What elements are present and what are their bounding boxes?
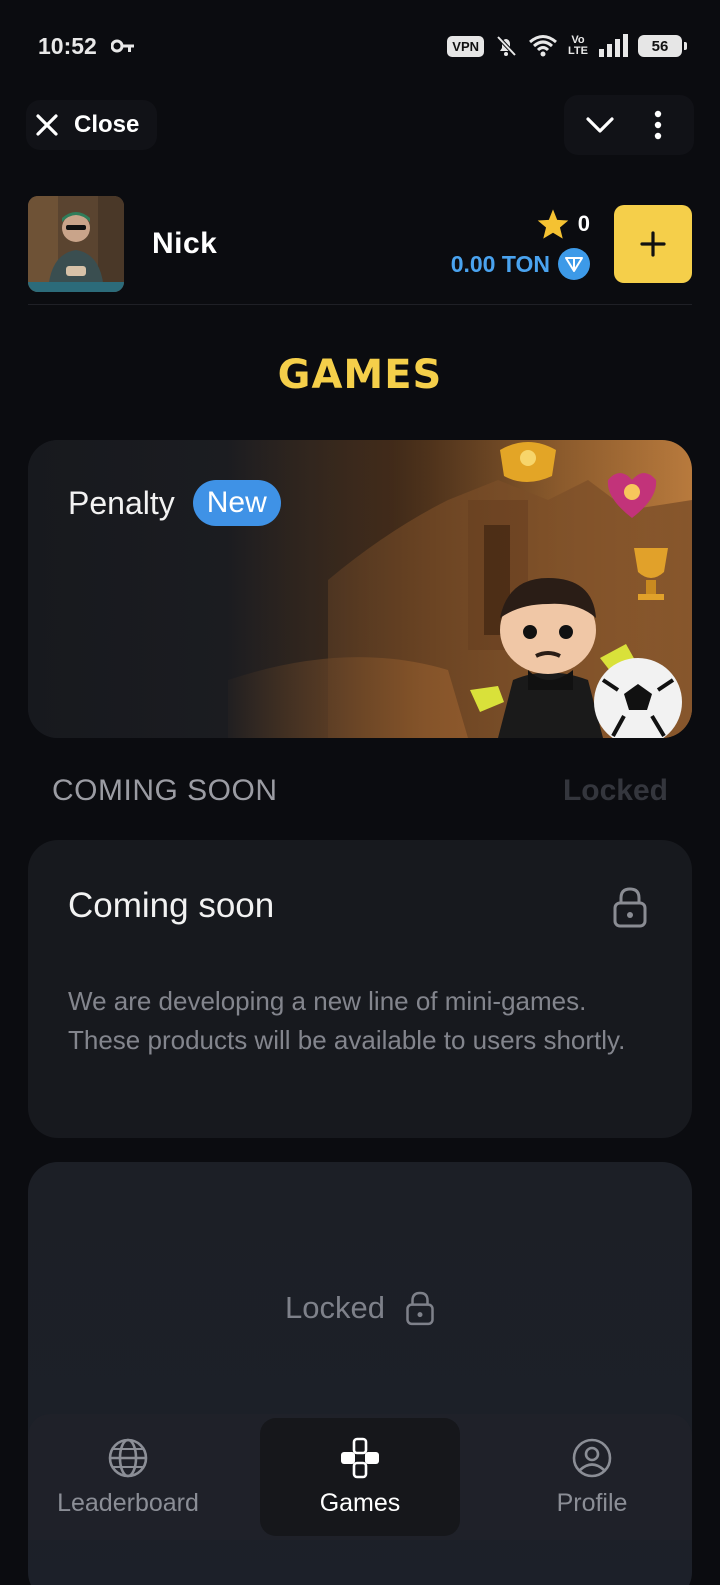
battery-level: 56 — [651, 37, 669, 55]
locked-label: Locked — [285, 1290, 385, 1325]
user-circle-icon — [572, 1438, 612, 1477]
stars-balance: 0 — [536, 208, 590, 240]
wifi-icon — [529, 35, 557, 57]
ton-amount: 0.00 TON — [450, 250, 550, 277]
lock-icon — [613, 887, 647, 928]
ton-icon — [558, 248, 590, 280]
section-status: Locked — [562, 774, 668, 807]
nav-profile[interactable]: Profile — [492, 1418, 692, 1536]
avatar-photo — [28, 196, 124, 292]
section-title: COMING SOON — [52, 774, 278, 807]
status-time-group: 10:52 — [38, 33, 135, 60]
volte-bottom: LTE — [568, 45, 588, 57]
stars-count: 0 — [577, 211, 590, 236]
star-icon — [537, 209, 569, 239]
signal-icon — [599, 34, 628, 57]
gamepad-icon — [341, 1437, 379, 1478]
add-funds-button[interactable] — [614, 205, 692, 283]
globe-icon — [108, 1438, 148, 1477]
clock: 10:52 — [38, 32, 97, 59]
nav-games[interactable]: Games — [260, 1418, 460, 1536]
mute-bell-icon — [496, 35, 517, 57]
nav-leaderboard[interactable]: Leaderboard — [28, 1418, 228, 1536]
new-badge: New — [192, 480, 281, 526]
penalty-header: Penalty New — [68, 480, 281, 526]
top-actions — [564, 95, 694, 155]
balances: 0 0.00 TON — [451, 208, 590, 280]
page-title: GAMES — [277, 352, 443, 398]
avatar[interactable] — [28, 196, 124, 292]
coming-soon-card: Coming soon We are developing a new line… — [28, 840, 692, 1138]
penalty-game-card[interactable]: Penalty New — [28, 440, 692, 738]
plus-icon — [640, 231, 666, 257]
status-icons: VPN Vo LTE 56 — [447, 34, 687, 58]
user-header: Nick 0 0.00 TON — [28, 196, 692, 292]
lock-icon — [406, 1291, 434, 1326]
more-vertical-icon — [654, 110, 662, 140]
coming-soon-title: Coming soon — [68, 886, 275, 925]
more-button[interactable] — [636, 103, 680, 147]
close-button[interactable]: Close — [26, 100, 158, 150]
user-name: Nick — [152, 227, 218, 260]
close-icon — [36, 114, 58, 136]
locked-label-row: Locked — [28, 1290, 692, 1326]
chevron-down-icon — [586, 117, 614, 133]
collapse-button[interactable] — [578, 103, 622, 147]
close-label: Close — [74, 111, 140, 138]
bottom-navigation: Leaderboard Games Profile — [28, 1414, 692, 1540]
volte-indicator: Vo LTE — [568, 35, 588, 57]
nav-games-label: Games — [319, 1488, 401, 1517]
header-divider — [28, 304, 692, 305]
key-icon — [110, 39, 134, 53]
vpn-badge: VPN — [447, 35, 485, 57]
battery-indicator: 56 — [638, 35, 687, 57]
penalty-title: Penalty — [68, 484, 175, 521]
nav-profile-label: Profile — [556, 1488, 628, 1517]
ton-balance: 0.00 TON — [451, 248, 590, 280]
coming-soon-section-header: COMING SOON Locked — [52, 774, 668, 808]
coming-soon-description: We are developing a new line of mini-gam… — [68, 986, 626, 1055]
status-bar: 10:52 VPN Vo LTE 56 — [0, 0, 720, 92]
mini-app-top-bar: Close — [0, 92, 720, 158]
nav-leaderboard-label: Leaderboard — [57, 1488, 199, 1517]
